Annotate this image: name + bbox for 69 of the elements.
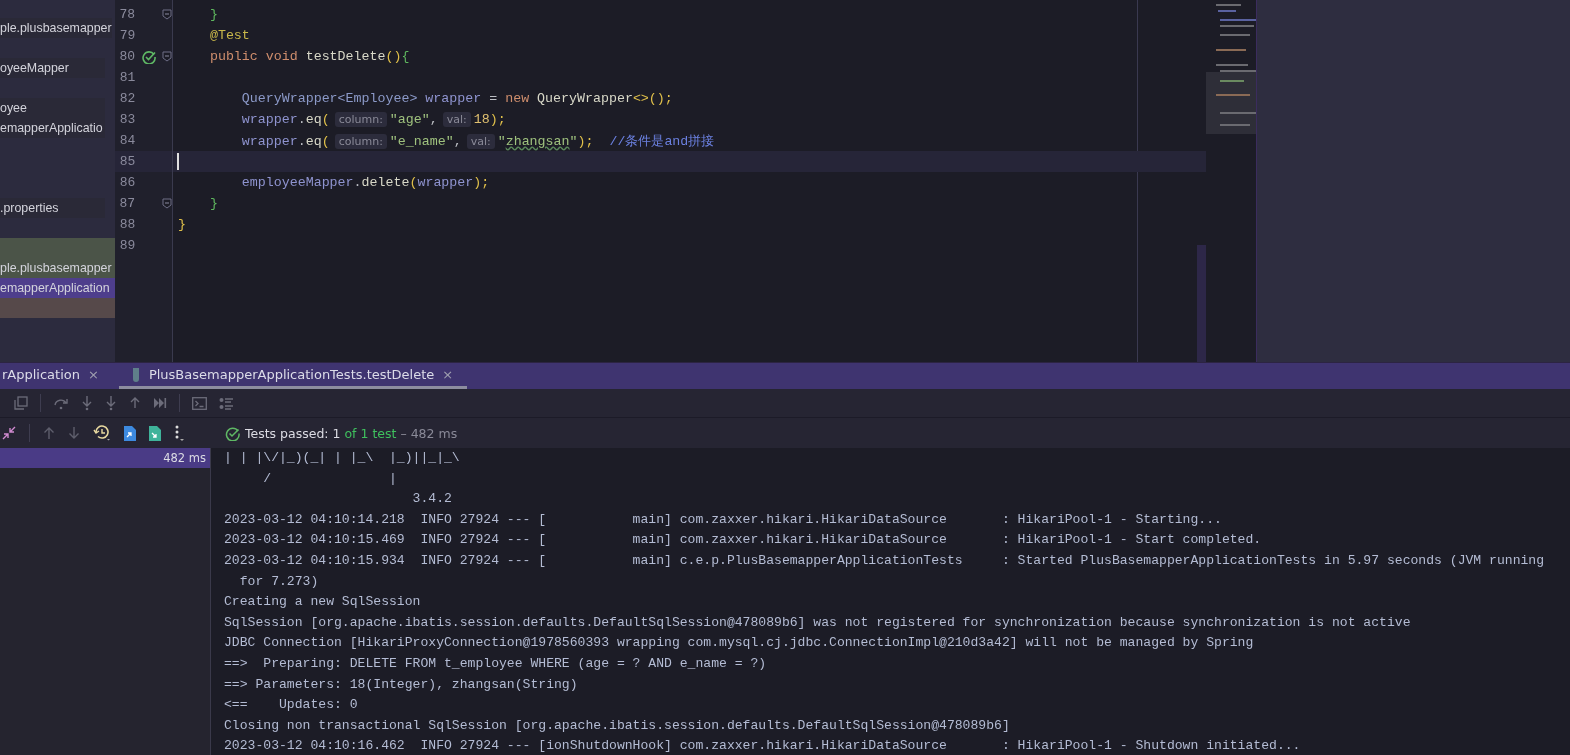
step-over-icon[interactable] [53,396,69,410]
line-number: 89 [118,238,136,253]
line-number: 87 [118,196,136,211]
code-line: @Test [208,28,250,43]
console-line: 2023-03-12 04:10:15.934 INFO 27924 --- [ main] c.e.p.PlusBasemapperApplicationTests : Started PlusBasemapperApplicationTests in 5.97 seconds (JVM running [224,551,1546,570]
code-line: public void testDelete(){ [208,49,410,64]
fast-forward-icon[interactable] [153,397,167,409]
test-tree-row[interactable]: 482 ms [0,448,210,468]
project-tree-item[interactable]: oyee [0,98,105,118]
console-line: 2023-03-12 04:10:15.469 INFO 27924 --- [ main] com.zaxxer.hikari.HikariDataSource : HikariPool-1 - Start completed. [224,531,1263,550]
project-tree-item[interactable]: ple.plusbasemapper [0,238,115,278]
line-number: 86 [118,175,136,190]
console-line: for 7.273) [238,572,320,591]
console-line: JDBC Connection [HikariProxyConnection@1978560393 wrapping com.mysql.cj.jdbc.ConnectionImpl@210d3a42] will not be managed by Spring [224,634,1255,653]
up-arrow-icon[interactable] [43,426,55,440]
code-line: } [208,7,218,22]
console-line: SqlSession [org.apache.ibatis.session.defaults.DefaultSqlSession@478089b6] was not registered for synchronization because synchronization is not active [224,613,1412,632]
scrollbar-thumb[interactable] [1197,245,1206,362]
test-tube-icon [130,366,141,383]
restore-icon[interactable] [14,396,28,410]
file-icon[interactable] [149,425,161,441]
check-circle-icon [225,425,240,441]
test-status-text: Tests passed: 1 of 1 test – 482 ms [245,425,458,441]
step-out-icon[interactable] [129,395,141,411]
line-number: 78 [118,7,136,22]
console-line: <== Updates: 0 [224,696,359,715]
console-line: ==> Preparing: DELETE FROM t_employee WHERE (age = ? AND e_name = ?) [224,654,768,673]
terminal-icon[interactable] [192,396,207,410]
project-tree-item[interactable]: oyeeMapper [0,58,105,78]
text-cursor [177,153,179,170]
console-line: 2023-03-12 04:10:14.218 INFO 27924 --- [ main] com.zaxxer.hikari.HikariDataSource : HikariPool-1 - Starting... [224,510,1223,529]
console-line: ==> Parameters: 18(Integer), zhangsan(String) [224,675,579,694]
code-line: } [208,196,218,211]
code-line: employeeMapper.delete(wrapper); [240,175,490,190]
step-into-icon[interactable] [81,395,93,411]
line-number: 83 [118,112,136,127]
file-icon[interactable] [124,425,136,441]
line-number: 79 [118,28,136,43]
fold-icon[interactable] [162,51,172,62]
code-line: wrapper.eq( column: "age", val: 18); [240,112,506,127]
code-line: } [178,217,186,232]
fold-icon[interactable] [162,198,172,209]
console-line: | | |\/|_)(_| | |_\ |_)||_|_\ [224,449,461,467]
console-line: Creating a new SqlSession [224,593,422,612]
project-tree-item[interactable]: emapperApplicatio [0,118,105,138]
down-arrow-icon[interactable] [68,426,80,440]
line-number: 85 [118,154,136,169]
code-line: wrapper.eq( column: "e_name", val: "zhangsan"); //条件是and拼接 [240,132,715,150]
console-line: 2023-03-12 04:10:16.462 INFO 27924 --- [ionShutdownHook] com.zaxxer.hikari.HikariDataSource : HikariPool-1 - Shutdown initiated... [224,737,1302,755]
line-number: 84 [118,133,136,148]
line-number: 81 [118,70,136,85]
project-tree-item[interactable]: emapperApplication [0,278,115,298]
step-into-icon[interactable] [105,395,117,411]
history-icon[interactable] [93,425,111,441]
fold-icon[interactable] [162,9,172,20]
console-line: Closing non transactional SqlSession [org.apache.ibatis.session.defaults.DefaultSqlSession@478089b6] [224,716,1011,735]
collapse-icon[interactable] [2,426,16,440]
code-line: QueryWrapper<Employee> wrapper = new QueryWrapper<>(); [240,91,673,106]
console-line: / | [262,469,398,488]
console-line: 3.4.2 [411,490,453,509]
run-tab[interactable]: rApplication × [0,363,113,389]
project-tree-item[interactable]: .properties [0,198,105,218]
list-icon[interactable] [219,396,234,410]
test-passed-icon[interactable] [141,49,156,64]
project-tree-item[interactable]: ple.plusbasemapper [0,18,112,38]
line-number: 88 [118,217,136,232]
line-number: 82 [118,91,136,106]
line-number: 80 [118,49,136,64]
more-icon[interactable] [174,425,184,441]
